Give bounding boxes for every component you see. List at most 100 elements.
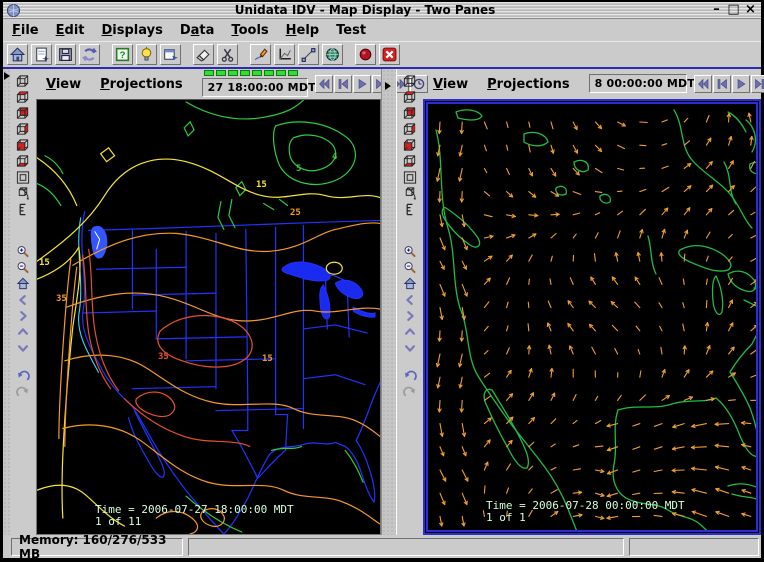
cancel-button[interactable] xyxy=(379,44,400,65)
splitter-collapse-arrow[interactable] xyxy=(385,82,391,90)
view-menu[interactable]: View xyxy=(46,77,81,92)
pan-down-button[interactable] xyxy=(401,340,420,355)
show-dashboard-button[interactable] xyxy=(160,44,181,65)
cube-right-button[interactable] xyxy=(14,122,33,137)
step-back-button[interactable] xyxy=(334,75,352,93)
undo-button[interactable] xyxy=(401,370,420,385)
timeline-step[interactable] xyxy=(276,70,286,76)
globe-button[interactable] xyxy=(322,44,343,65)
cube-top-button[interactable] xyxy=(14,90,33,105)
window-menu-icon[interactable] xyxy=(6,3,21,18)
undo-button[interactable] xyxy=(14,370,33,385)
timeline-step[interactable] xyxy=(264,70,274,76)
zoom-out-button[interactable] xyxy=(14,260,33,275)
animation-timeline[interactable] xyxy=(204,70,308,77)
zoom-out-icon xyxy=(402,260,418,275)
new-display-button[interactable] xyxy=(31,44,52,65)
timeline-step[interactable] xyxy=(228,70,238,76)
drawing-button[interactable] xyxy=(250,44,271,65)
cube-front-button[interactable] xyxy=(14,138,33,153)
cube-right-button[interactable] xyxy=(401,122,420,137)
cut-button[interactable] xyxy=(217,44,238,65)
pan-left-button[interactable] xyxy=(401,292,420,307)
pan-up-button[interactable] xyxy=(401,324,420,339)
home-button[interactable] xyxy=(7,44,28,65)
menu-data[interactable]: Data xyxy=(180,23,215,38)
cube-rotate-button[interactable] xyxy=(401,186,420,201)
redo-button[interactable] xyxy=(14,386,33,401)
contour-label: 5 xyxy=(296,164,301,174)
pane-splitter[interactable] xyxy=(381,69,397,535)
zoom-in-button[interactable] xyxy=(401,244,420,259)
pan-right-icon xyxy=(16,309,30,323)
pan-down-button[interactable] xyxy=(14,340,33,355)
title-bar[interactable]: Unidata IDV - Map Display - Two Panes – … xyxy=(3,2,761,19)
erase-button[interactable] xyxy=(193,44,214,65)
zoom-out-button[interactable] xyxy=(401,260,420,275)
timeline-step[interactable] xyxy=(216,70,226,76)
vertical-ruler-icon xyxy=(402,202,418,217)
zoom-in-icon xyxy=(402,244,418,259)
left-splitter[interactable] xyxy=(3,69,10,535)
timeline-step[interactable] xyxy=(240,70,250,76)
pan-up-button[interactable] xyxy=(14,324,33,339)
projections-menu[interactable]: Projections xyxy=(100,77,182,92)
timeline-step[interactable] xyxy=(288,70,298,76)
menu-displays[interactable]: Displays xyxy=(102,23,163,38)
maximize-button[interactable]: □ xyxy=(726,3,741,18)
minimize-button[interactable]: – xyxy=(709,3,724,18)
save-button[interactable] xyxy=(55,44,76,65)
time-dropdown[interactable]: 8 00:00:00 MDT xyxy=(589,74,687,93)
cube-back-button[interactable] xyxy=(401,106,420,121)
menu-help[interactable]: Help xyxy=(286,23,319,38)
step-back-icon xyxy=(336,77,350,91)
cube-wire-button[interactable] xyxy=(401,74,420,89)
play-button[interactable] xyxy=(353,75,371,93)
map-display-left[interactable]: 15152535351554 Time = 2006-07-27 18:00:0… xyxy=(36,99,381,535)
box-2d-button[interactable] xyxy=(401,170,420,185)
menu-tools[interactable]: Tools xyxy=(231,23,268,38)
go-to-first-button[interactable] xyxy=(315,75,333,93)
pan-right-button[interactable] xyxy=(14,308,33,323)
cube-wire-button[interactable] xyxy=(14,74,33,89)
cube-top-button[interactable] xyxy=(401,90,420,105)
menu-file[interactable]: File xyxy=(12,23,39,38)
close-button[interactable]: × xyxy=(743,3,758,18)
zoom-in-button[interactable] xyxy=(14,244,33,259)
cube-rotate-button[interactable] xyxy=(14,186,33,201)
undo-icon xyxy=(402,370,418,385)
cube-bottom-button[interactable] xyxy=(14,154,33,169)
vertical-ruler-button[interactable] xyxy=(401,202,420,217)
field-selector-button[interactable]: ? xyxy=(112,44,133,65)
reload-button[interactable] xyxy=(79,44,100,65)
pan-right-button[interactable] xyxy=(401,308,420,323)
pan-down-icon xyxy=(16,341,30,355)
cube-bottom-button[interactable] xyxy=(401,154,420,169)
chart-button[interactable] xyxy=(274,44,295,65)
time-dropdown[interactable]: 27 18:00:00 MDT xyxy=(202,78,308,97)
projections-menu[interactable]: Projections xyxy=(487,77,569,92)
map-display-right[interactable]: Time = 2006-07-28 00:00:00 MDT 1 of 1 xyxy=(426,102,758,532)
box-2d-button[interactable] xyxy=(14,170,33,185)
cube-front-button[interactable] xyxy=(401,138,420,153)
menu-edit[interactable]: Edit xyxy=(56,23,85,38)
pan-left-button[interactable] xyxy=(14,292,33,307)
view-menu[interactable]: View xyxy=(433,77,468,92)
pan-right-icon xyxy=(403,309,417,323)
record-button[interactable] xyxy=(355,44,376,65)
box-2d-icon xyxy=(402,170,418,185)
step-forward-button[interactable] xyxy=(751,75,764,93)
show-displays-button[interactable] xyxy=(136,44,157,65)
step-back-button[interactable] xyxy=(713,75,731,93)
profile-button[interactable] xyxy=(298,44,319,65)
vertical-ruler-button[interactable] xyxy=(14,202,33,217)
cube-back-button[interactable] xyxy=(14,106,33,121)
home-view-button[interactable] xyxy=(401,276,420,291)
timeline-step[interactable] xyxy=(252,70,262,76)
go-to-first-button[interactable] xyxy=(694,75,712,93)
timeline-step[interactable] xyxy=(204,70,214,76)
redo-button[interactable] xyxy=(401,386,420,401)
home-view-button[interactable] xyxy=(14,276,33,291)
play-button[interactable] xyxy=(732,75,750,93)
menu-test[interactable]: Test xyxy=(336,23,366,38)
